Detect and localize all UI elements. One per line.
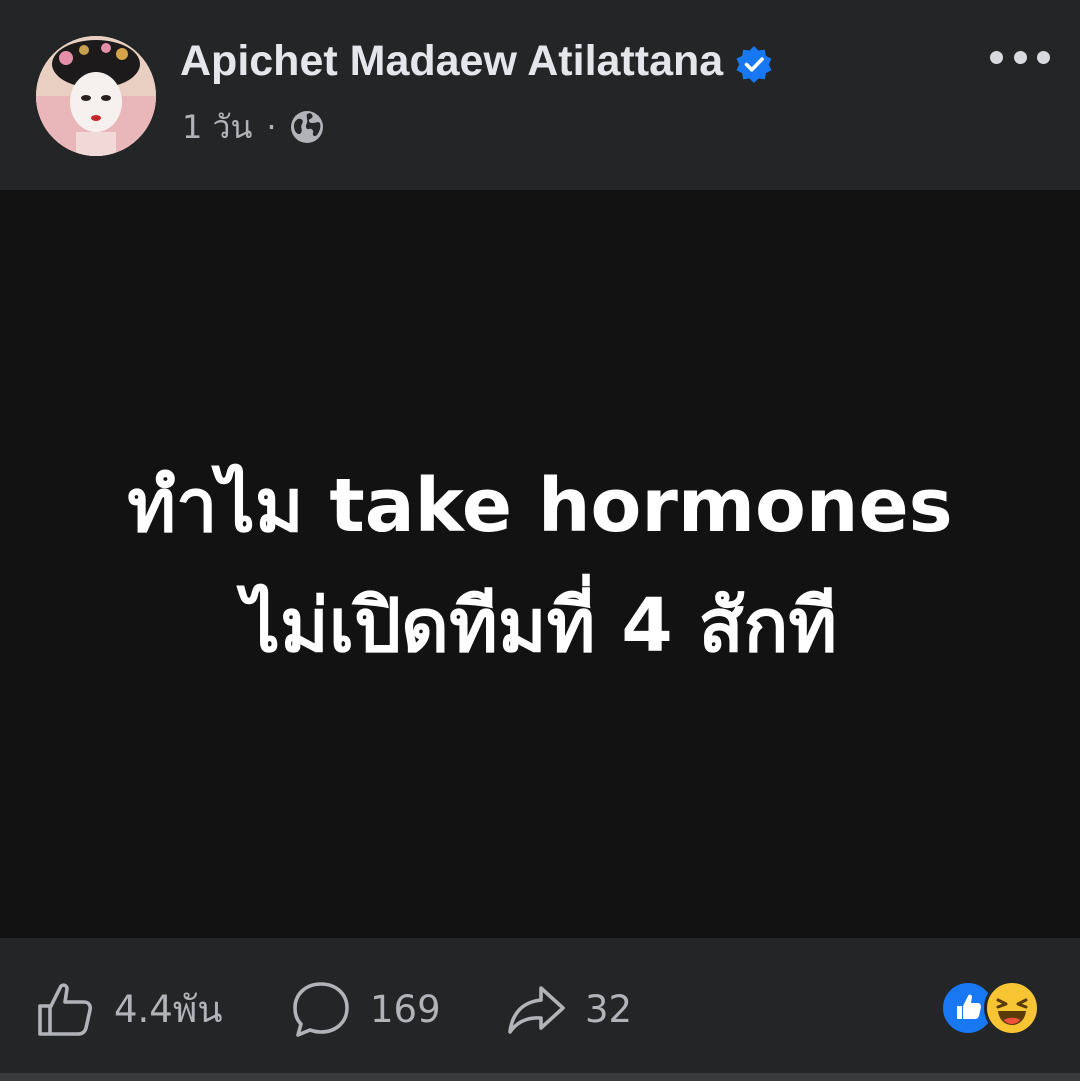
- comment-button[interactable]: 169: [290, 974, 441, 1044]
- post-text-line-2: ไม่เปิดทีมที่ 4 สักที: [242, 583, 838, 669]
- post-content[interactable]: ทำไม take hormones ไม่เปิดทีมที่ 4 สักที: [0, 190, 1080, 938]
- more-options-button[interactable]: [990, 40, 1050, 74]
- post-text-line-1: ทำไม take hormones: [127, 463, 953, 549]
- share-count: 32: [585, 987, 633, 1031]
- post-time[interactable]: 1 วัน: [182, 104, 252, 150]
- more-dot-icon: [1037, 50, 1050, 64]
- thumbs-up-icon: [38, 983, 93, 1036]
- post-actions-bar: 4.4พัน 169 32: [0, 938, 1080, 1081]
- author-name[interactable]: Apichet Madaew Atilattana: [180, 34, 723, 88]
- verified-badge-icon: [735, 42, 773, 83]
- avatar-image: [36, 36, 156, 156]
- author-name-row: Apichet Madaew Atilattana: [180, 34, 773, 88]
- post-meta: 1 วัน ·: [182, 104, 325, 150]
- like-count: 4.4พัน: [114, 987, 223, 1031]
- post-text: ทำไม take hormones ไม่เปิดทีมที่ 4 สักที: [0, 446, 1080, 686]
- more-dot-icon: [990, 50, 1003, 64]
- bottom-divider: [0, 1073, 1080, 1081]
- comment-icon: [293, 982, 349, 1037]
- post-header: Apichet Madaew Atilattana 1 วัน ·: [0, 0, 1080, 190]
- more-dot-icon: [1013, 50, 1027, 64]
- haha-reaction-icon: [984, 980, 1040, 1036]
- comment-count: 169: [370, 987, 441, 1031]
- share-arrow-icon: [508, 986, 565, 1034]
- reaction-icons[interactable]: [940, 980, 1040, 1036]
- share-button[interactable]: 32: [505, 974, 632, 1044]
- meta-separator: ·: [266, 108, 277, 146]
- globe-icon[interactable]: [289, 109, 325, 145]
- avatar[interactable]: [36, 36, 156, 156]
- like-button[interactable]: 4.4พัน: [34, 974, 223, 1044]
